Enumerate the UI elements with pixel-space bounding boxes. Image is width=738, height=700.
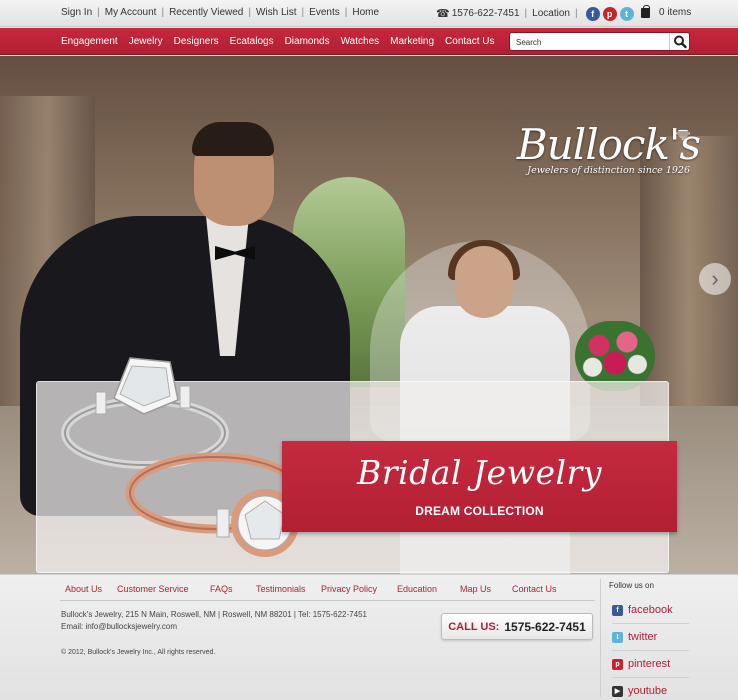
nav-ecatalogs[interactable]: Ecatalogs xyxy=(230,36,274,47)
link-separator: | xyxy=(344,7,348,18)
social-label: facebook xyxy=(628,604,673,616)
footer-testimonials[interactable]: Testimonials xyxy=(256,584,306,594)
nav-contact-us[interactable]: Contact Us xyxy=(445,36,494,47)
slider-next-button[interactable]: › xyxy=(699,263,731,295)
link-separator: | xyxy=(524,8,528,19)
nav-jewelry[interactable]: Jewelry xyxy=(129,36,163,47)
top-utility-bar: Sign In | My Account | Recently Viewed | Wish … xyxy=(0,0,738,27)
footer-map-us[interactable]: Map Us xyxy=(460,584,491,594)
nav-watches[interactable]: Watches xyxy=(341,36,380,47)
facebook-icon: f xyxy=(612,604,623,616)
call-us-number: 1575-622-7451 xyxy=(504,619,586,634)
youtube-icon: ▶ xyxy=(612,685,623,697)
footer-contact-us[interactable]: Contact Us xyxy=(512,584,557,594)
footer-faqs[interactable]: FAQs xyxy=(210,584,233,594)
link-separator: | xyxy=(97,7,100,18)
bullocks-logo[interactable]: Bullock's Jewelers of distinction since … xyxy=(500,120,701,177)
bridal-banner[interactable]: Bridal Jewelry DREAM COLLECTION xyxy=(282,441,677,532)
recently-viewed-link[interactable]: Recently Viewed xyxy=(169,7,243,18)
nav-marketing[interactable]: Marketing xyxy=(390,36,434,47)
link-separator: | xyxy=(574,8,578,19)
footer-education[interactable]: Education xyxy=(397,584,437,594)
search-input[interactable] xyxy=(516,35,666,49)
wish-list-link[interactable]: Wish List xyxy=(256,7,297,18)
my-account-link[interactable]: My Account xyxy=(105,7,157,18)
search-icon xyxy=(674,35,687,49)
social-links: f facebook t twitter p pinterest ▶ youtu… xyxy=(612,597,689,700)
events-link[interactable]: Events xyxy=(309,7,340,18)
social-facebook[interactable]: f facebook xyxy=(612,597,689,624)
footer-privacy-policy[interactable]: Privacy Policy xyxy=(321,584,377,594)
link-separator: | xyxy=(301,7,305,18)
site-footer: About Us Customer Service FAQs Testimoni… xyxy=(0,574,738,700)
email-line: Email: info@bullocksjewelry.com xyxy=(61,622,178,631)
footer-divider xyxy=(60,600,595,601)
chevron-right-icon: › xyxy=(711,266,719,291)
banner-title: Bridal Jewelry xyxy=(357,453,602,492)
social-label: pinterest xyxy=(628,658,671,670)
search-button[interactable] xyxy=(669,33,689,50)
address-line: Bullock's Jewelry, 215 N Main, Roswell, … xyxy=(61,610,367,619)
twitter-icon: t xyxy=(612,631,623,643)
pinterest-icon: p xyxy=(612,658,623,670)
cart-count: 0 items xyxy=(659,7,692,18)
sign-in-link[interactable]: Sign In xyxy=(61,7,92,18)
follow-us-heading: Follow us on xyxy=(609,581,654,590)
logo-brand: Bullock's xyxy=(516,120,701,169)
pinterest-icon[interactable]: p xyxy=(602,6,617,21)
cart-link[interactable]: 0 items xyxy=(641,4,692,18)
social-twitter[interactable]: t twitter xyxy=(612,624,689,651)
twitter-icon[interactable]: t xyxy=(619,6,634,21)
main-nav: Engagement Jewelry Designers Ecatalogs D… xyxy=(61,36,506,47)
banner-subtitle: DREAM COLLECTION xyxy=(415,504,544,518)
nav-diamonds[interactable]: Diamonds xyxy=(285,36,330,47)
social-label: twitter xyxy=(628,631,658,643)
search-box xyxy=(509,32,690,51)
nav-engagement[interactable]: Engagement xyxy=(61,36,118,47)
logo-tagline: Jewelers of distinction since 1926 xyxy=(527,165,690,176)
main-nav-bar: Engagement Jewelry Designers Ecatalogs D… xyxy=(0,28,738,55)
footer-about-us[interactable]: About Us xyxy=(65,584,102,594)
facebook-icon[interactable]: f xyxy=(585,6,600,21)
account-links: Sign In | My Account | Recently Viewed | Wish … xyxy=(61,7,379,18)
shopping-bag-icon xyxy=(641,4,650,18)
call-us-button[interactable]: CALL US: 1575-622-7451 xyxy=(441,613,593,640)
link-separator: | xyxy=(161,7,165,18)
call-us-label: CALL US: xyxy=(448,620,500,633)
location-link[interactable]: Location xyxy=(532,8,570,19)
store-address: Bullock's Jewelry, 215 N Main, Roswell, … xyxy=(61,609,367,633)
home-link[interactable]: Home xyxy=(352,7,379,18)
nav-designers[interactable]: Designers xyxy=(174,36,219,47)
link-separator: | xyxy=(248,7,251,18)
footer-customer-service[interactable]: Customer Service xyxy=(117,584,189,594)
phone-icon: ☎ xyxy=(436,8,450,20)
social-label: youtube xyxy=(628,685,668,697)
footer-vertical-divider xyxy=(600,579,601,697)
copyright: © 2012, Bullock's Jewelry Inc., All righ… xyxy=(61,649,216,656)
contact-and-social: ☎ 1576-622-7451 | Location | f p t xyxy=(436,5,634,22)
social-youtube[interactable]: ▶ youtube xyxy=(612,678,689,700)
phone-number: 1576-622-7451 xyxy=(451,8,520,19)
social-pinterest[interactable]: p pinterest xyxy=(612,651,689,678)
